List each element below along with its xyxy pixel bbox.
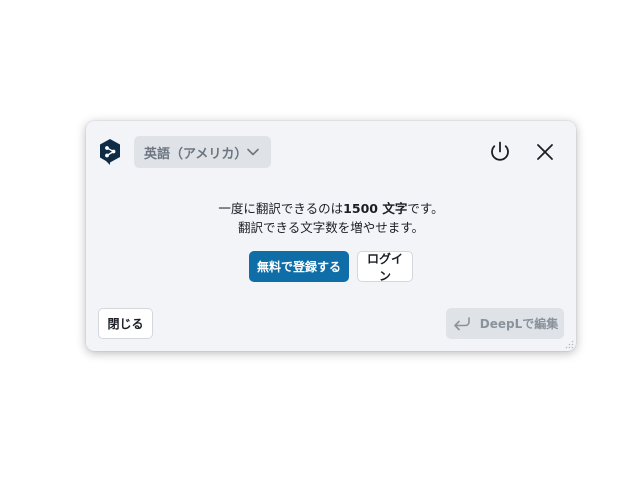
edit-in-deepl-label: DeepLで編集 (479, 317, 559, 331)
limit-message-line1: 一度に翻訳できるのは1500 文字です。 (86, 199, 576, 218)
limit-text-after: です。 (407, 201, 444, 216)
limit-message-line2: 翻訳できる文字数を増やせます。 (237, 220, 424, 235)
close-icon[interactable] (534, 141, 556, 163)
chevron-down-icon (247, 148, 259, 156)
limit-message: 一度に翻訳できるのは1500 文字です。 翻訳できる文字数を増やせます。 (86, 199, 576, 237)
language-select[interactable]: 英語（アメリカ） (134, 136, 271, 168)
deepl-logo-icon (100, 139, 120, 165)
signup-button[interactable]: 無料で登録する (249, 251, 349, 282)
resize-grip-icon[interactable] (564, 339, 574, 349)
limit-text-before: 一度に翻訳できるのは (218, 201, 344, 216)
deepl-popup: 英語（アメリカ） 一度に翻訳できるのは1500 文字です。 翻訳できる文字数を増… (86, 121, 576, 351)
edit-in-deepl-button[interactable]: DeepLで編集 (446, 308, 564, 339)
login-button[interactable]: ログイン (357, 251, 413, 283)
return-arrow-icon (453, 316, 470, 330)
close-button[interactable]: 閉じる (98, 308, 153, 339)
language-select-value: 英語（アメリカ） (144, 146, 248, 162)
limit-count: 1500 文字 (343, 201, 408, 216)
power-icon[interactable] (488, 140, 512, 164)
